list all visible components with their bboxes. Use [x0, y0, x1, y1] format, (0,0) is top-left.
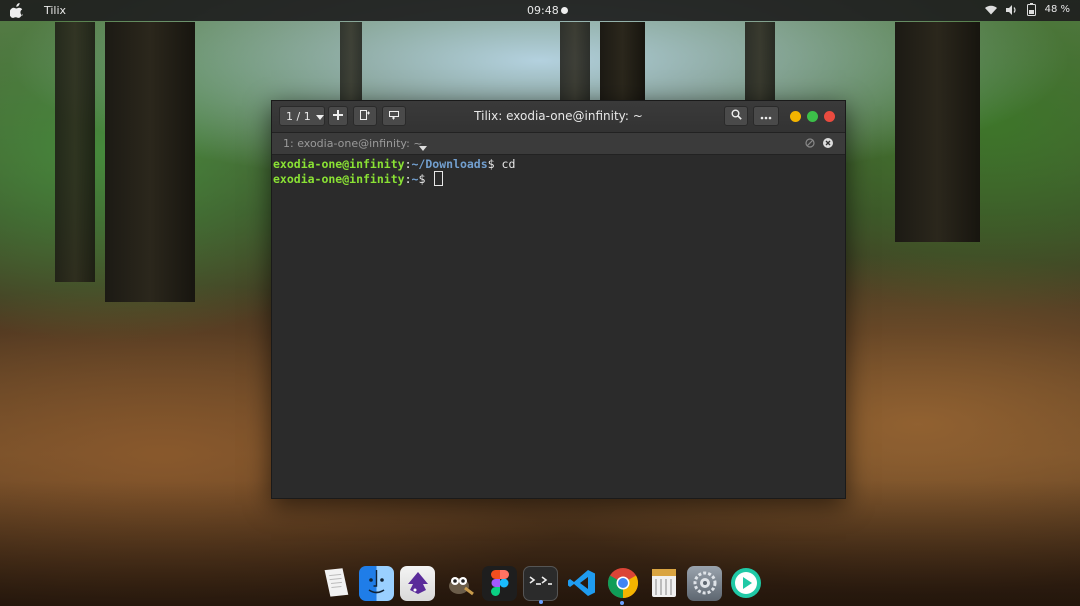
- battery-icon[interactable]: [1026, 3, 1036, 16]
- clock[interactable]: 09:48: [527, 4, 559, 17]
- prompt-path: ~/Downloads: [411, 157, 488, 171]
- active-app-name[interactable]: Tilix: [44, 4, 66, 17]
- chevron-down-icon: [315, 110, 324, 123]
- read-only-icon[interactable]: [805, 138, 815, 151]
- prompt-separator: :: [404, 172, 412, 186]
- tilix-window[interactable]: 1 / 1 Tilix: exodia-one@infinity: ~ 1: e…: [271, 100, 846, 499]
- terminal-output[interactable]: exodia-one@infinity:~/Downloads$ cd exod…: [272, 155, 845, 498]
- chrome-icon[interactable]: [605, 566, 640, 605]
- terminal-tab-title[interactable]: 1: exodia-one@infinity: ~: [283, 137, 423, 150]
- prompt-user: exodia-one@infinity: [273, 157, 405, 171]
- maximize-button[interactable]: [807, 111, 818, 122]
- inkscape-icon[interactable]: [400, 565, 435, 601]
- close-terminal-icon[interactable]: [823, 138, 833, 151]
- archive-icon[interactable]: [646, 566, 681, 601]
- split-down-icon: [388, 109, 400, 124]
- settings-icon[interactable]: [687, 565, 722, 601]
- search-icon: [731, 109, 742, 123]
- gimp-icon[interactable]: [441, 566, 476, 601]
- media-player-icon[interactable]: [728, 566, 763, 601]
- add-session-button[interactable]: [328, 106, 348, 126]
- battery-percent: 48 %: [1044, 4, 1070, 15]
- split-down-button[interactable]: [382, 106, 406, 126]
- prompt-symbol: $: [487, 157, 502, 171]
- terminal-line: exodia-one@infinity:~$: [273, 171, 845, 186]
- prompt-user: exodia-one@infinity: [273, 172, 405, 186]
- terminal-line: exodia-one@infinity:~/Downloads$ cd: [273, 157, 845, 171]
- figma-icon[interactable]: [482, 565, 517, 601]
- chevron-down-icon[interactable]: [419, 141, 427, 154]
- terminal-tab-bar[interactable]: 1: exodia-one@infinity: ~: [272, 133, 845, 155]
- menu-button[interactable]: [753, 106, 779, 126]
- finder-icon[interactable]: [359, 565, 394, 601]
- running-indicator: [539, 599, 543, 604]
- terminal-icon[interactable]: [523, 565, 558, 604]
- window-titlebar[interactable]: 1 / 1 Tilix: exodia-one@infinity: ~: [272, 101, 845, 133]
- close-button[interactable]: [824, 111, 835, 122]
- search-button[interactable]: [724, 106, 748, 126]
- prompt-symbol: $: [418, 172, 433, 186]
- dock: [318, 563, 763, 605]
- minimize-button[interactable]: [790, 111, 801, 122]
- vscode-icon[interactable]: [564, 566, 599, 601]
- wifi-icon[interactable]: [984, 5, 997, 15]
- running-indicator: [620, 600, 624, 605]
- plus-icon: [333, 109, 343, 123]
- apple-icon[interactable]: [9, 3, 24, 18]
- system-tray[interactable]: 48 %: [984, 3, 1070, 16]
- session-count: 1 / 1: [286, 109, 311, 123]
- text-editor-icon[interactable]: [318, 566, 353, 601]
- notification-dot: [561, 7, 568, 14]
- split-right-icon: [359, 109, 371, 124]
- prompt-separator: :: [404, 157, 412, 171]
- command-text: cd: [501, 157, 516, 171]
- volume-icon[interactable]: [1005, 4, 1018, 15]
- more-icon: [760, 110, 772, 123]
- split-right-button[interactable]: [353, 106, 377, 126]
- text-cursor: [434, 171, 444, 186]
- top-panel: Tilix 09:48 48 %: [0, 0, 1080, 21]
- session-selector[interactable]: 1 / 1: [279, 106, 325, 126]
